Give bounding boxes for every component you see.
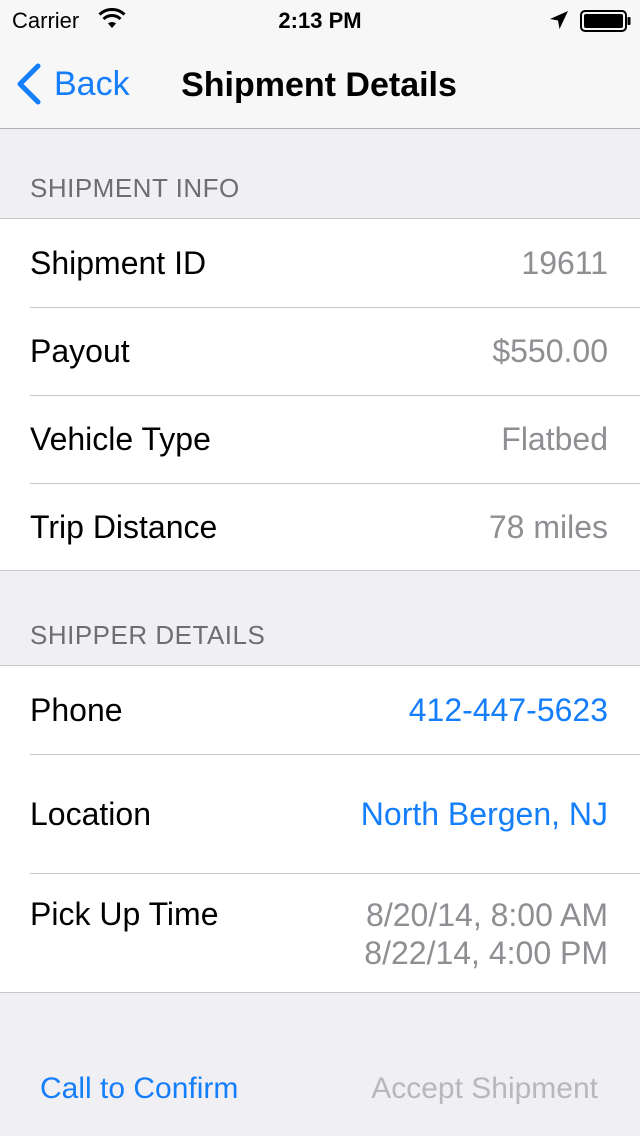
location-arrow-icon xyxy=(550,11,568,29)
vehicle-type-value: Flatbed xyxy=(501,421,608,457)
section-header-shipper-details: SHIPPER DETAILS xyxy=(30,620,266,650)
row-pickup-time: Pick Up Time 8/20/14, 8:00 AM 8/22/14, 4… xyxy=(0,873,640,992)
payout-value: $550.00 xyxy=(492,333,608,369)
location-label: Location xyxy=(30,796,151,832)
section-header-shipment-info: SHIPMENT INFO xyxy=(30,173,240,203)
pickup-time-start: 8/20/14, 8:00 AM xyxy=(366,897,608,933)
row-phone[interactable]: Phone 412-447-5623 xyxy=(0,666,640,754)
payout-label: Payout xyxy=(30,333,130,369)
page-title: Shipment Details xyxy=(181,66,457,104)
clock: 2:13 PM xyxy=(278,8,362,33)
row-payout: Payout $550.00 xyxy=(0,307,640,395)
status-bar: Carrier 2:13 PM xyxy=(0,0,640,40)
row-trip-distance: Trip Distance 78 miles xyxy=(0,483,640,570)
battery-icon xyxy=(580,10,631,32)
trip-distance-value: 78 miles xyxy=(488,509,608,545)
row-vehicle-type: Vehicle Type Flatbed xyxy=(0,395,640,483)
trip-distance-label: Trip Distance xyxy=(30,509,218,545)
accept-shipment-button[interactable]: Accept Shipment xyxy=(371,1072,598,1106)
shipment-info-group: Shipment ID 19611 Payout $550.00 Vehicle… xyxy=(0,218,640,571)
location-link[interactable]: North Bergen, NJ xyxy=(361,796,608,833)
phone-label: Phone xyxy=(30,692,123,728)
shipment-id-label: Shipment ID xyxy=(30,245,207,281)
row-location[interactable]: Location North Bergen, NJ xyxy=(0,754,640,873)
pickup-time-end: 8/22/14, 4:00 PM xyxy=(364,935,608,971)
shipper-details-group: Phone 412-447-5623 Location North Bergen… xyxy=(0,665,640,993)
pickup-time-label: Pick Up Time xyxy=(30,896,219,932)
shipment-id-value: 19611 xyxy=(521,245,608,281)
navigation-bar: Back Shipment Details xyxy=(0,40,640,129)
vehicle-type-label: Vehicle Type xyxy=(30,421,211,457)
phone-link[interactable]: 412-447-5623 xyxy=(409,692,608,729)
call-to-confirm-button[interactable]: Call to Confirm xyxy=(40,1072,238,1106)
row-shipment-id: Shipment ID 19611 xyxy=(0,219,640,307)
